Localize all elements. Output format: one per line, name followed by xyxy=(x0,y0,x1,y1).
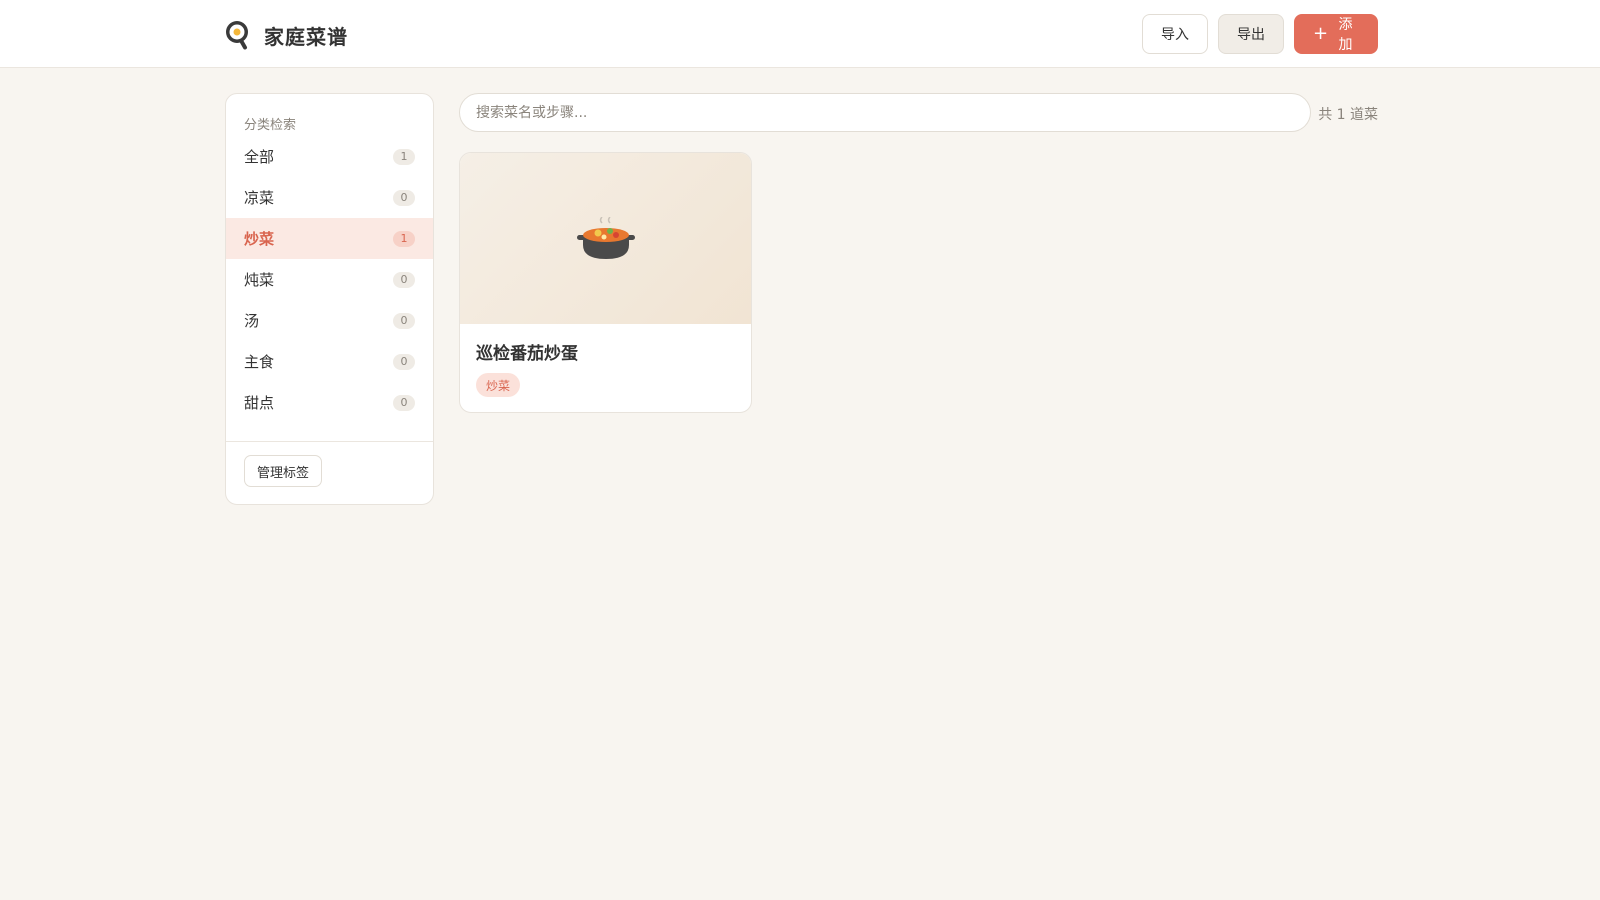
export-button[interactable]: 导出 xyxy=(1218,14,1284,54)
category-label: 全部 xyxy=(244,148,275,166)
category-count-badge: 0 xyxy=(393,189,415,206)
category-label: 汤 xyxy=(244,312,260,330)
category-count-badge: 0 xyxy=(393,394,415,411)
app-title: 家庭菜谱 xyxy=(264,24,348,49)
frying-pan-egg-icon xyxy=(226,21,248,50)
category-item-stew[interactable]: 炖菜 0 xyxy=(226,259,433,300)
recipe-image xyxy=(460,153,751,324)
sidebar-heading: 分类检索 xyxy=(244,118,297,133)
sidebar-divider xyxy=(226,441,433,442)
category-label: 主食 xyxy=(244,353,275,371)
manage-tags-button[interactable]: 管理标签 xyxy=(244,455,323,487)
category-count-badge: 0 xyxy=(393,312,415,329)
plus-icon: + xyxy=(1313,23,1329,44)
add-button-label: 添加 xyxy=(1338,17,1353,53)
category-item-stir-fry[interactable]: 炒菜 1 xyxy=(226,218,433,259)
category-count-badge: 1 xyxy=(393,148,415,165)
add-button[interactable]: + 添加 xyxy=(1294,14,1378,54)
category-item-staple[interactable]: 主食 0 xyxy=(226,341,433,382)
category-list: 全部 1 凉菜 0 炒菜 1 炖菜 0 汤 0 主食 0 甜点 0 xyxy=(226,136,433,423)
category-item-soup[interactable]: 汤 0 xyxy=(226,300,433,341)
category-label: 凉菜 xyxy=(244,189,275,207)
category-item-dessert[interactable]: 甜点 0 xyxy=(226,382,433,423)
search-input[interactable] xyxy=(459,93,1311,132)
category-label: 炖菜 xyxy=(244,271,275,289)
import-button[interactable]: 导入 xyxy=(1142,14,1208,54)
category-item-cold-dishes[interactable]: 凉菜 0 xyxy=(226,177,433,218)
recipe-card[interactable]: 巡检番茄炒蛋 炒菜 xyxy=(459,152,752,413)
header-actions: 导入 导出 + 添加 xyxy=(1142,14,1378,54)
recipe-title: 巡检番茄炒蛋 xyxy=(476,344,578,364)
recipe-tag: 炒菜 xyxy=(476,373,521,397)
category-label: 甜点 xyxy=(244,394,275,412)
brand: 家庭菜谱 xyxy=(224,18,348,52)
category-label: 炒菜 xyxy=(244,230,275,248)
top-bar: 家庭菜谱 导入 导出 + 添加 xyxy=(0,0,1600,68)
category-sidebar: 分类检索 全部 1 凉菜 0 炒菜 1 炖菜 0 汤 0 主食 0 甜点 0 管… xyxy=(225,93,434,505)
category-count-badge: 0 xyxy=(393,353,415,370)
category-count-badge: 0 xyxy=(393,271,415,288)
result-count: 共 1 道菜 xyxy=(1318,107,1378,123)
category-item-all[interactable]: 全部 1 xyxy=(226,136,433,177)
stew-pot-icon xyxy=(576,216,635,259)
category-count-badge: 1 xyxy=(393,230,415,247)
